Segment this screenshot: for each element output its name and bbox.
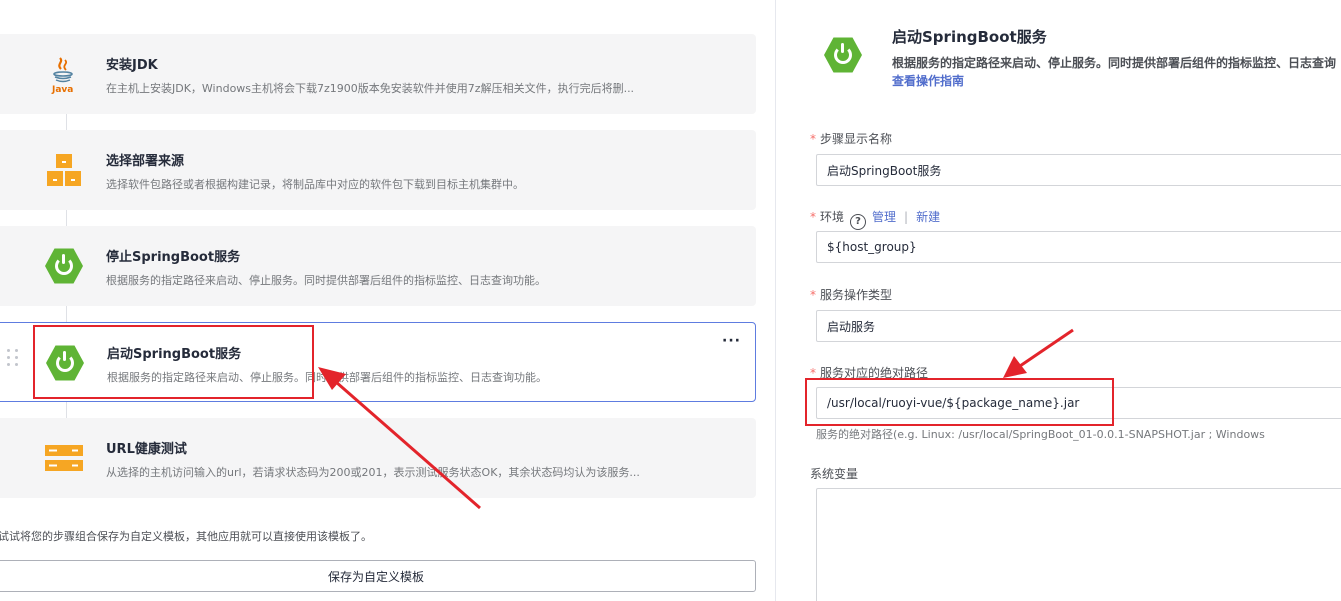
package-icon — [44, 150, 84, 190]
step-title: 启动SpringBoot服务 — [107, 347, 242, 362]
help-icon[interactable]: ? — [850, 213, 867, 230]
abs-path-input[interactable]: /usr/local/ruoyi-vue/${package_name}.jar — [816, 387, 1341, 419]
step-card-select-source[interactable]: 选择部署来源 选择软件包路径或者根据构建记录，将制品库中对应的软件包下载到目标主… — [0, 130, 756, 210]
step-card-start-springboot[interactable]: 启动SpringBoot服务 根据服务的指定路径来启动、停止服务。同时提供部署后… — [0, 322, 756, 402]
url-health-icon — [44, 438, 84, 478]
step-detail-panel: 启动SpringBoot服务 根据服务的指定路径来启动、停止服务。同时提供部署后… — [776, 0, 1341, 601]
step-description: 选择软件包路径或者根据构建记录，将制品库中对应的软件包下载到目标主机集群中。 — [106, 178, 524, 191]
op-type-select[interactable]: 启动服务 — [816, 310, 1341, 342]
required-mark: * — [810, 210, 816, 224]
env-create-link[interactable]: 新建 — [916, 210, 940, 224]
sys-vars-textarea[interactable] — [816, 488, 1341, 601]
sys-vars-label: 系统变量 — [810, 467, 859, 481]
detail-title: 启动SpringBoot服务 — [892, 28, 1047, 46]
step-description: 根据服务的指定路径来启动、停止服务。同时提供部署后组件的指标监控、日志查询功能。 — [106, 274, 546, 287]
step-title: 停止SpringBoot服务 — [106, 250, 241, 265]
step-card-stop-springboot[interactable]: 停止SpringBoot服务 根据服务的指定路径来启动、停止服务。同时提供部署后… — [0, 226, 756, 306]
display-name-label: * 步骤显示名称 — [810, 132, 893, 146]
step-title: 安装JDK — [106, 58, 158, 73]
required-mark: * — [810, 132, 816, 146]
env-input[interactable]: ${host_group} — [816, 231, 1341, 263]
springboot-icon — [45, 343, 85, 383]
required-mark: * — [810, 366, 816, 380]
step-card-url-health[interactable]: URL健康测试 从选择的主机访问输入的url，若请求状态码为200或201，表示… — [0, 418, 756, 498]
display-name-input[interactable]: 启动SpringBoot服务 — [816, 154, 1341, 186]
step-list-panel: Java 安装JDK 在主机上安装JDK，Windows主机将会下载7z1900… — [0, 0, 775, 601]
more-options-icon[interactable]: ··· — [722, 333, 741, 349]
drag-handle-icon[interactable] — [7, 349, 19, 366]
springboot-icon — [824, 36, 862, 74]
save-template-button[interactable]: 保存为自定义模板 — [0, 560, 756, 592]
java-icon: Java — [44, 54, 84, 94]
step-title: URL健康测试 — [106, 442, 187, 457]
step-card-install-jdk[interactable]: Java 安装JDK 在主机上安装JDK，Windows主机将会下载7z1900… — [0, 34, 756, 114]
op-type-label: * 服务操作类型 — [810, 288, 893, 302]
step-description: 从选择的主机访问输入的url，若请求状态码为200或201，表示测试服务状态OK… — [106, 466, 640, 479]
link-separator: | — [904, 210, 909, 224]
abs-path-hint: 服务的绝对路径(e.g. Linux: /usr/local/SpringBoo… — [816, 428, 1265, 441]
template-hint: 试试将您的步骤组合保存为自定义模板，其他应用就可以直接使用该模板了。 — [0, 530, 372, 543]
step-title: 选择部署来源 — [106, 154, 185, 169]
detail-description: 根据服务的指定路径来启动、停止服务。同时提供部署后组件的指标监控、日志查询 — [892, 56, 1337, 70]
guide-link[interactable]: 查看操作指南 — [892, 72, 964, 89]
abs-path-label: * 服务对应的绝对路径 — [810, 366, 929, 380]
step-description: 根据服务的指定路径来启动、停止服务。同时提供部署后组件的指标监控、日志查询功能。 — [107, 371, 547, 384]
step-description: 在主机上安装JDK，Windows主机将会下载7z1900版本免安装软件并使用7… — [106, 82, 635, 95]
springboot-icon — [44, 246, 84, 286]
env-label: * 环境? 管理 | 新建 — [810, 208, 940, 230]
svg-text:Java: Java — [51, 85, 73, 94]
env-manage-link[interactable]: 管理 — [872, 210, 896, 224]
required-mark: * — [810, 288, 816, 302]
